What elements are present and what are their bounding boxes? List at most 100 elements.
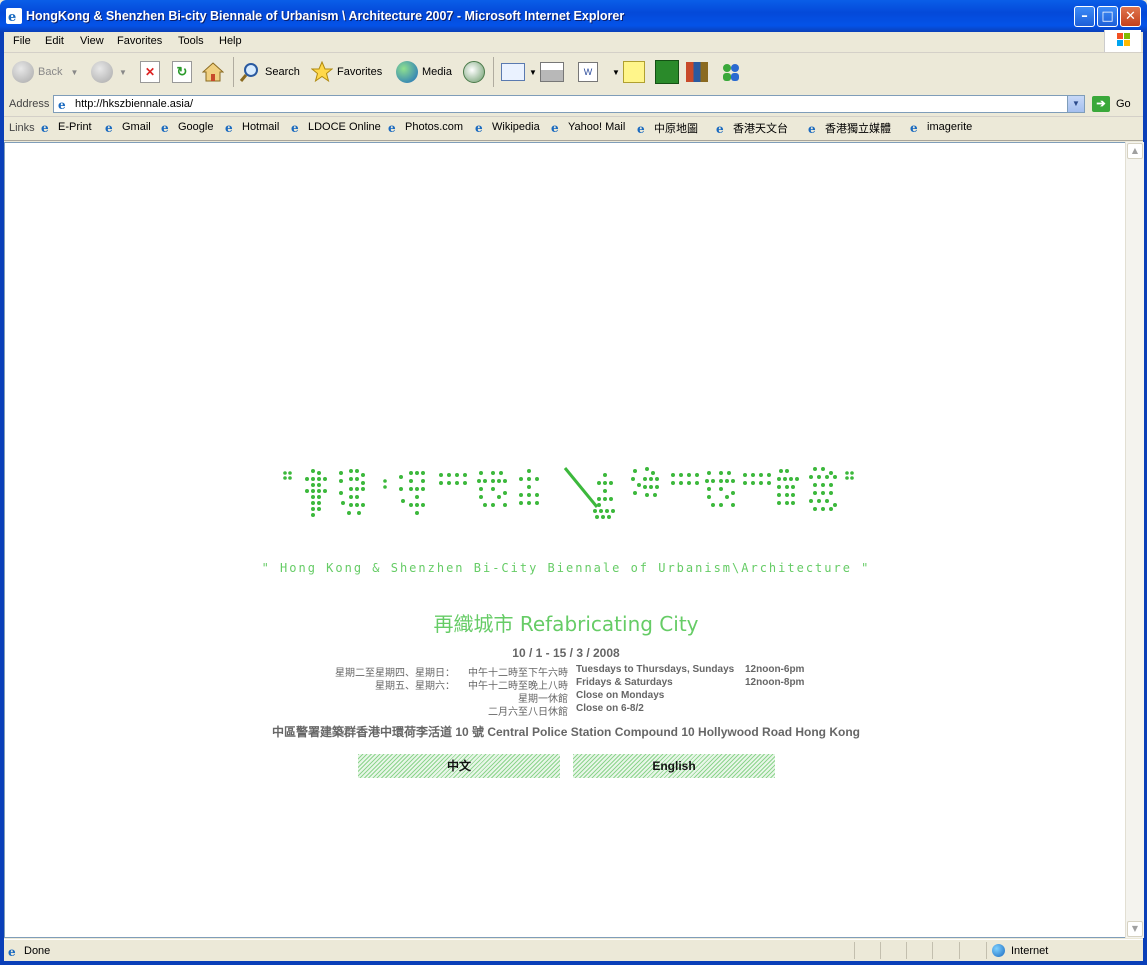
ie-page-icon: e <box>909 120 923 135</box>
svg-text:e: e <box>716 122 724 135</box>
refresh-button[interactable]: ↻ <box>172 59 192 85</box>
svg-text:e: e <box>105 121 113 134</box>
windows-logo-icon <box>1104 30 1141 52</box>
forward-button[interactable]: ▼ <box>91 59 127 85</box>
go-button[interactable]: ➔ Go <box>1092 96 1131 112</box>
printer-icon <box>540 62 564 82</box>
link-item[interactable]: e Yahoo! Mail <box>550 120 626 135</box>
link-item[interactable]: e Photos.com <box>387 120 463 135</box>
hours-row: 星期一休館 Close on Mondays <box>5 690 1127 705</box>
favorites-label: Favorites <box>337 66 383 78</box>
research-button[interactable] <box>686 59 708 85</box>
link-item[interactable]: e 香港獨立媒體 <box>807 120 891 136</box>
vertical-scrollbar[interactable]: ▲ ▼ <box>1125 142 1144 938</box>
svg-text:e: e <box>637 122 645 135</box>
link-item[interactable]: e Gmail <box>104 120 151 135</box>
ie-page-icon: e <box>550 120 564 135</box>
ie-app-icon[interactable]: e <box>6 8 22 24</box>
discuss-button[interactable] <box>623 59 645 85</box>
home-button[interactable] <box>201 59 225 85</box>
link-label: Google <box>178 121 214 133</box>
link-item[interactable]: e 香港天文台 <box>715 120 788 136</box>
link-item[interactable]: e E-Print <box>40 120 92 135</box>
status-panel <box>959 942 960 959</box>
link-label: Yahoo! Mail <box>568 121 626 133</box>
window-border-bottom <box>0 961 1147 965</box>
media-button[interactable]: Media <box>396 59 452 85</box>
menu-file[interactable]: File <box>13 35 31 47</box>
history-button[interactable] <box>463 59 485 85</box>
link-item[interactable]: e LDOCE Online <box>290 120 381 135</box>
close-button[interactable]: ✕ <box>1120 6 1141 27</box>
mail-button[interactable]: ▼ <box>501 59 537 85</box>
chinese-language-button[interactable]: 中文 <box>358 754 560 778</box>
favorites-button[interactable]: Favorites <box>310 59 383 85</box>
messenger-button[interactable] <box>720 59 742 85</box>
ie-page-icon: e <box>387 120 401 135</box>
address-bar: Address e http://hkszbiennale.asia/ ▼ ➔ … <box>4 92 1143 117</box>
back-button[interactable]: Back ▼ <box>12 59 78 85</box>
ie-page-icon: e <box>715 121 729 136</box>
link-label: Wikipedia <box>492 121 540 133</box>
close-icon: ✕ <box>1125 9 1136 24</box>
icq-button[interactable] <box>655 59 679 85</box>
messenger-icon <box>720 62 742 82</box>
menu-help[interactable]: Help <box>219 35 242 47</box>
hours-days-en: Close on 6-8/2 <box>576 703 644 714</box>
note-icon <box>623 61 645 83</box>
go-arrow-icon: ➔ <box>1092 96 1110 112</box>
link-label: 香港天文台 <box>733 123 788 135</box>
title-bar: e HongKong & Shenzhen Bi-city Biennale o… <box>0 0 1147 32</box>
mail-dropdown-icon[interactable]: ▼ <box>529 68 537 77</box>
scroll-down-icon[interactable]: ▼ <box>1127 921 1143 937</box>
address-url[interactable]: http://hkszbiennale.asia/ <box>75 98 193 110</box>
svg-text:e: e <box>910 121 918 134</box>
security-zone[interactable]: Internet <box>992 944 1048 957</box>
page-viewport: " Hong Kong & Shenzhen Bi-City Biennale … <box>4 142 1126 938</box>
hours-days-en: Fridays & Saturdays <box>576 677 673 688</box>
link-label: 中原地圖 <box>654 123 698 135</box>
back-dropdown-icon[interactable]: ▼ <box>70 68 78 77</box>
address-dropdown-icon[interactable]: ▼ <box>1067 96 1084 112</box>
home-icon <box>201 61 225 83</box>
link-item[interactable]: e Wikipedia <box>474 120 540 135</box>
menu-favorites[interactable]: Favorites <box>117 35 162 47</box>
print-button[interactable] <box>540 59 564 85</box>
menu-edit[interactable]: Edit <box>45 35 64 47</box>
scroll-up-icon[interactable]: ▲ <box>1127 143 1143 159</box>
links-label: Links <box>9 122 35 134</box>
maximize-button[interactable]: □ <box>1097 6 1118 27</box>
research-books-icon <box>686 62 708 82</box>
svg-text:e: e <box>225 121 233 134</box>
hours-row: 二月六至八日休館 Close on 6-8/2 <box>5 703 1127 718</box>
link-item[interactable]: e Google <box>160 120 214 135</box>
ie-page-icon: e <box>636 121 650 136</box>
search-button[interactable]: Search <box>239 59 300 85</box>
hours-days-en: Close on Mondays <box>576 690 665 701</box>
biennale-dotted-logo <box>283 467 854 519</box>
svg-text:e: e <box>58 98 66 111</box>
stop-button[interactable]: ✕ <box>140 59 160 85</box>
back-arrow-icon <box>12 61 34 83</box>
english-language-button[interactable]: English <box>573 754 775 778</box>
venue-address: 中區警署建築群香港中環荷李活道 10 號 Central Police Stat… <box>271 725 861 739</box>
menu-view[interactable]: View <box>80 35 104 47</box>
standard-toolbar: Back ▼ ▼ ✕ ↻ Search Favorites Media ▼ W … <box>4 53 1143 93</box>
link-item[interactable]: e imagerite <box>909 120 972 135</box>
toolbar-separator <box>233 57 234 87</box>
link-item[interactable]: e 中原地圖 <box>636 120 698 136</box>
minimize-button[interactable]: – <box>1074 6 1095 27</box>
refresh-icon: ↻ <box>172 61 192 83</box>
menu-tools[interactable]: Tools <box>178 35 204 47</box>
hours-time-en: 12noon-8pm <box>745 677 805 688</box>
biennale-subtitle: " Hong Kong & Shenzhen Bi-City Biennale … <box>261 561 871 575</box>
status-text: Done <box>24 945 51 957</box>
link-label: LDOCE Online <box>308 121 381 133</box>
link-label: Gmail <box>122 121 151 133</box>
edit-button[interactable]: W ▼ <box>578 59 620 85</box>
svg-text:e: e <box>551 121 559 134</box>
address-input[interactable]: e http://hkszbiennale.asia/ ▼ <box>53 95 1085 113</box>
forward-dropdown-icon[interactable]: ▼ <box>119 68 127 77</box>
link-item[interactable]: e Hotmail <box>224 120 279 135</box>
edit-dropdown-icon[interactable]: ▼ <box>612 68 620 77</box>
